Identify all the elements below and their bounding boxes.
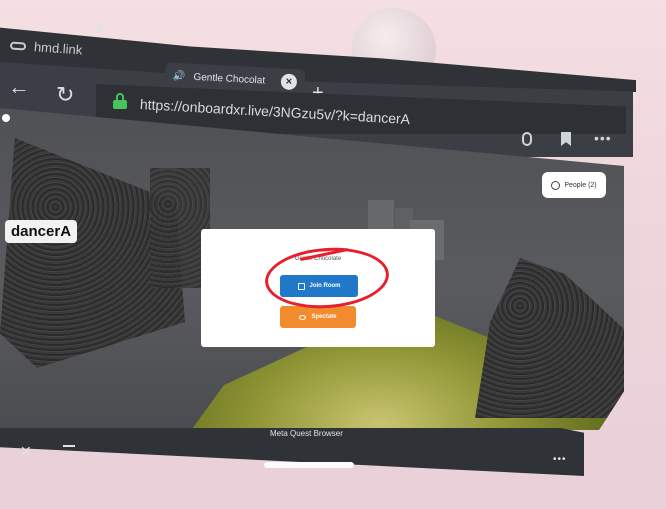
spectate-button[interactable]: Spectate	[280, 306, 356, 328]
back-button[interactable]: ←	[8, 74, 30, 100]
browser-window: hmd.link 🔊 Gentle Chocolat × + ← ↻ https…	[0, 0, 666, 509]
link-icon	[9, 40, 27, 51]
window-more-icon[interactable]: •••	[553, 454, 567, 465]
window-drag-handle[interactable]	[264, 462, 354, 468]
eye-icon	[299, 314, 307, 320]
speaker-icon: 🔊	[172, 70, 186, 82]
spectate-label: Spectate	[311, 314, 337, 320]
minimize-icon[interactable]	[63, 445, 75, 447]
people-icon	[551, 180, 561, 190]
scene-rock	[475, 258, 624, 418]
reload-button[interactable]: ↻	[56, 82, 74, 108]
close-tab-icon[interactable]: ×	[280, 73, 298, 91]
people-button[interactable]: People (2)	[542, 172, 606, 198]
microphone-icon[interactable]	[522, 132, 532, 146]
more-options-icon[interactable]: •••	[594, 130, 612, 146]
close-window-icon[interactable]: ✕	[20, 443, 32, 460]
browser-name: Meta Quest Browser	[270, 429, 343, 438]
avatar-name-label: dancerA	[5, 220, 78, 243]
cursor-dot	[2, 114, 10, 122]
tab-title: Gentle Chocolat	[193, 71, 266, 87]
lock-icon	[113, 93, 127, 109]
people-button-label: People (2)	[564, 181, 597, 189]
